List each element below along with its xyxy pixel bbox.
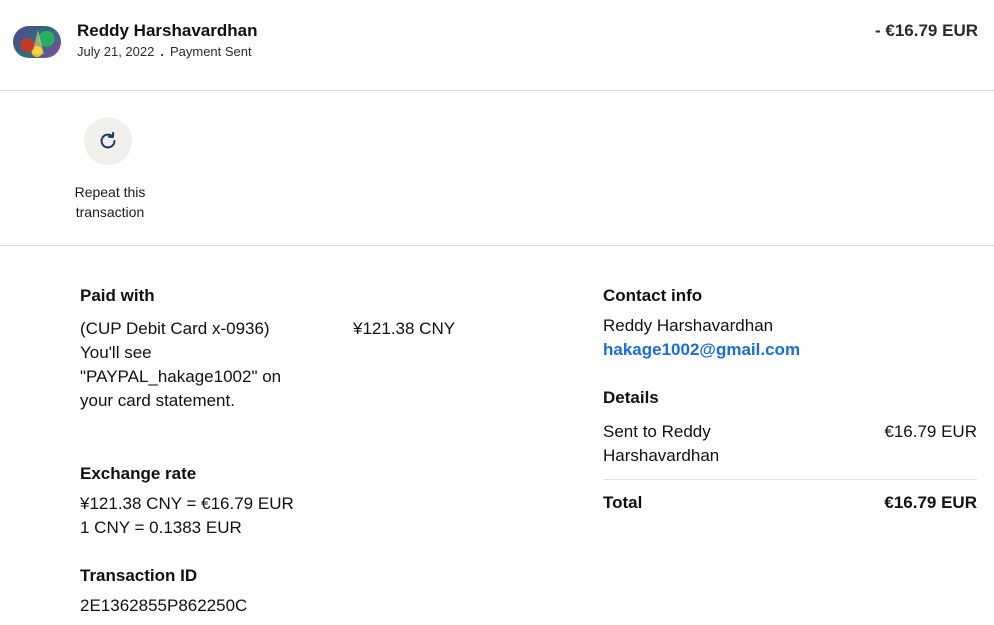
transaction-status: Payment Sent (169, 44, 252, 59)
avatar (13, 26, 61, 58)
repeat-transaction-button[interactable] (84, 117, 132, 165)
details-divider (603, 479, 977, 480)
payment-method-text: (CUP Debit Card x-0936) You'll see "PAYP… (80, 319, 282, 410)
transaction-id-title: Transaction ID (80, 566, 198, 585)
contact-email-link[interactable]: hakage1002@gmail.com (603, 338, 800, 362)
transaction-date: July 21, 2022 (77, 44, 155, 59)
exchange-rate-unit: 1 CNY = 0.1383 EUR (80, 518, 242, 537)
transaction-amount: - €16.79 EUR (875, 21, 978, 40)
transaction-meta: July 21, 2022. Payment Sent (77, 44, 252, 59)
total-amount: €16.79 EUR (884, 493, 977, 512)
details-title: Details (603, 388, 659, 407)
transaction-header: Reddy Harshavardhan July 21, 2022. Paymen… (0, 0, 994, 91)
exchange-rate-title: Exchange rate (80, 464, 197, 483)
repeat-transaction-label[interactable]: Repeat this transaction (60, 182, 160, 222)
transaction-id: 2E1362855P862250C (80, 596, 248, 615)
sent-to-label: Sent to Reddy Harshavardhan (603, 422, 720, 465)
paid-with-title: Paid with (80, 286, 155, 305)
actions-bar: Repeat this transaction (0, 92, 994, 246)
sent-amount: €16.79 EUR (884, 422, 977, 441)
exchange-rate-conversion: ¥121.38 CNY = €16.79 EUR (80, 494, 294, 513)
refresh-icon (100, 131, 116, 149)
paid-amount: ¥121.38 CNY (353, 319, 456, 338)
meta-separator: . (160, 44, 164, 59)
total-label: Total (603, 493, 643, 512)
contact-name: Reddy Harshavardhan (603, 316, 774, 335)
recipient-name: Reddy Harshavardhan (77, 21, 258, 40)
contact-info-title: Contact info (603, 286, 703, 305)
